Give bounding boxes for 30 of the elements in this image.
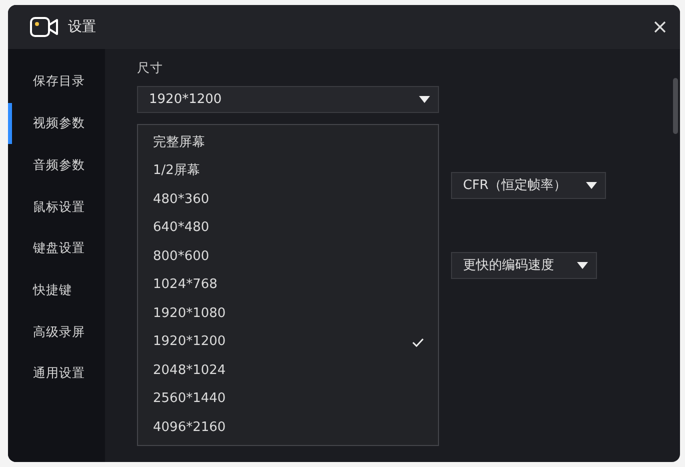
dropdown-option[interactable]: 2560*1440 xyxy=(138,384,438,414)
sidebar-item[interactable]: 通用设置 xyxy=(8,352,105,394)
frame-rate-dropdown[interactable]: CFR（恒定帧率） xyxy=(451,172,606,199)
caret-icon xyxy=(577,262,588,269)
size-dropdown[interactable]: 1920*1200 xyxy=(137,86,439,113)
dropdown-option[interactable]: 1920*1200 xyxy=(138,328,438,356)
sidebar-item[interactable]: 高级录屏 xyxy=(8,311,105,353)
sidebar-item[interactable]: 鼠标设置 xyxy=(8,186,105,228)
window-title: 设置 xyxy=(68,18,96,36)
sidebar-item[interactable]: 音频参数 xyxy=(8,144,105,186)
sidebar-item[interactable]: 键盘设置 xyxy=(8,228,105,270)
dropdown-option[interactable]: 1024*768 xyxy=(138,270,438,300)
encoder-preset-dropdown[interactable]: 更快的编码速度 xyxy=(451,252,597,279)
dropdown-option[interactable]: 完整屏幕 xyxy=(138,128,438,157)
dropdown-option[interactable]: 800*600 xyxy=(138,242,438,271)
dropdown-option[interactable]: 2048*1024 xyxy=(138,356,438,385)
sidebar-item[interactable]: 视频参数 xyxy=(8,102,105,144)
field-label: 尺寸 xyxy=(137,59,163,77)
video-camera-icon xyxy=(30,17,58,37)
dropdown-option[interactable]: 4096*2160 xyxy=(138,413,438,442)
scrollbar-thumb[interactable] xyxy=(673,78,678,134)
dropdown-option[interactable]: 1/2屏幕 xyxy=(138,156,438,186)
dropdown-option[interactable]: 480*360 xyxy=(138,185,438,214)
caret-icon xyxy=(586,182,597,189)
close-icon[interactable] xyxy=(654,21,666,33)
sidebar-item[interactable]: 快捷键 xyxy=(8,269,105,312)
sidebar-item[interactable]: 保存目录 xyxy=(8,61,105,103)
dropdown-option[interactable]: 1920*1080 xyxy=(138,299,438,328)
dropdown-option[interactable]: 640*480 xyxy=(138,214,438,242)
caret-icon xyxy=(419,96,430,103)
